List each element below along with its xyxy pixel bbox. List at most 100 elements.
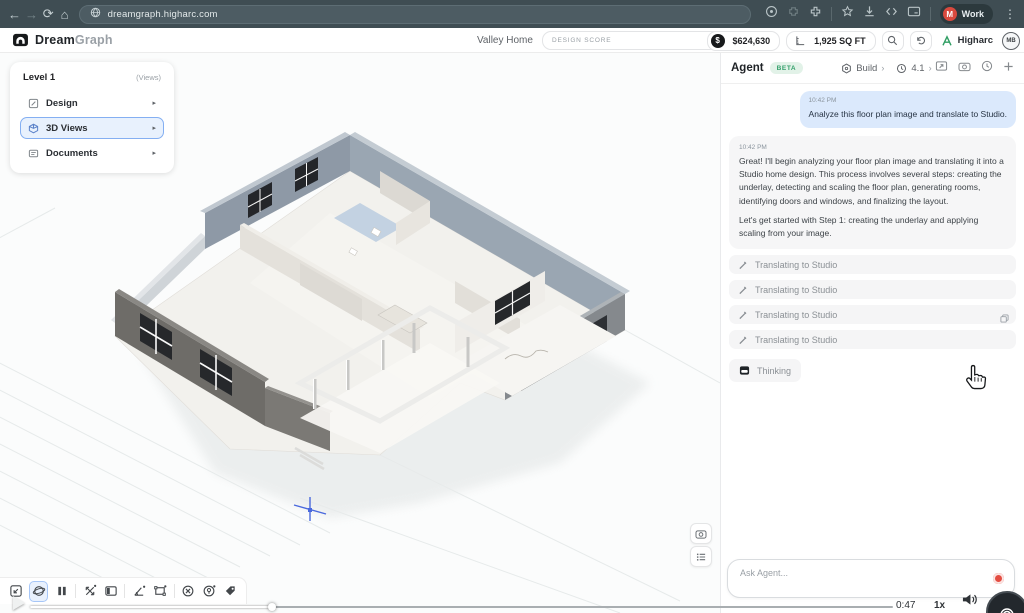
extension-dim-icon[interactable] — [787, 5, 800, 23]
project-name[interactable]: Valley Home — [477, 35, 533, 46]
brand[interactable]: DreamGraph — [0, 33, 113, 47]
browser-menu-icon[interactable]: ⋮ — [1004, 7, 1016, 21]
agent-message-bubble: 10:42 PM Great! I'll begin analyzing you… — [729, 136, 1016, 250]
user-message: 10:42 PM Analyze this floor plan image a… — [729, 91, 1016, 128]
price-pill[interactable]: $ $624,630 — [707, 31, 781, 51]
views-label: (Views) — [136, 73, 161, 82]
chevron-down-icon: › — [929, 63, 932, 73]
screen: ← → ⟳ ⌂ dreamgraph.higharc.com M Work ⋮ — [0, 0, 1024, 613]
new-chat-icon[interactable] — [1003, 59, 1014, 77]
app-header: DreamGraph Valley Home DESIGN SCORE 83 /… — [0, 28, 1024, 53]
history-clock-icon[interactable] — [981, 59, 993, 77]
bookmark-icon[interactable] — [841, 5, 854, 23]
mode-label: Build — [856, 63, 877, 74]
site-info-icon[interactable] — [90, 5, 101, 23]
tool-status-row[interactable]: Translating to Studio — [729, 280, 1016, 299]
user-message-text: Analyze this floor plan image and transl… — [809, 108, 1007, 121]
level-label: Level 1 — [23, 72, 55, 83]
agent-panel-header: Agent BETA Build › 4.1 › — [721, 53, 1024, 84]
profile-label: Work — [962, 9, 984, 19]
scrubber-handle[interactable] — [268, 603, 276, 611]
chevron-right-icon: ▸ — [152, 99, 156, 107]
layers-list-button[interactable] — [690, 546, 712, 567]
message-timestamp: 10:42 PM — [739, 144, 1006, 151]
tool-status-row[interactable]: Translating to Studio — [729, 305, 1016, 324]
dollar-icon: $ — [711, 34, 725, 48]
tool-status-row[interactable]: Translating to Studio — [729, 330, 1016, 349]
video-player-controls: 0:47 1x — [0, 591, 1024, 613]
app-title: DreamGraph — [35, 33, 113, 47]
agent-message-para1: Great! I'll begin analyzing your floor p… — [739, 155, 1006, 208]
area-pill[interactable]: 1,925 SQ FT — [786, 31, 876, 51]
levels-panel: Level 1 (Views) Design ▸ 3D Views ▸ — [10, 62, 174, 173]
record-icon[interactable] — [993, 573, 1004, 584]
tool-status-row[interactable]: Translating to Studio — [729, 255, 1016, 274]
ask-agent-input[interactable] — [740, 568, 970, 578]
profile-avatar: M — [943, 7, 957, 21]
model-label: 4.1 — [911, 63, 924, 74]
cube-icon — [28, 123, 39, 134]
user-avatar[interactable]: MB — [1002, 32, 1020, 50]
divider — [930, 7, 931, 21]
volume-icon[interactable] — [961, 592, 978, 612]
recording-bubble[interactable] — [986, 591, 1024, 613]
price-value: $624,630 — [733, 36, 771, 46]
url-text[interactable]: dreamgraph.higharc.com — [108, 9, 218, 20]
thinking-indicator: Thinking — [729, 359, 801, 382]
browser-actions: M Work ⋮ — [765, 4, 1016, 24]
sidebar-item-documents[interactable]: Documents ▸ — [20, 142, 164, 164]
tool-icon — [738, 335, 748, 345]
documents-icon — [28, 148, 39, 159]
devtools-icon[interactable] — [885, 5, 898, 23]
search-icon — [887, 35, 898, 46]
mode-selector[interactable]: Build › — [841, 63, 884, 74]
search-button[interactable] — [882, 31, 904, 51]
header-right: $ $624,630 1,925 SQ FT Higharc MB — [707, 28, 1020, 53]
viewport-3d[interactable]: Level 1 (Views) Design ▸ 3D Views ▸ — [0, 53, 720, 613]
chevron-right-icon: ▸ — [152, 149, 156, 157]
divider — [831, 7, 832, 21]
sidebar-item-3d-views[interactable]: 3D Views ▸ — [20, 117, 164, 139]
forward-icon[interactable]: → — [25, 3, 38, 25]
camera-icon — [695, 529, 707, 539]
agent-panel-actions — [935, 59, 1014, 77]
browser-toolbar: ← → ⟳ ⌂ dreamgraph.higharc.com M Work ⋮ — [0, 0, 1024, 28]
user-message-bubble: 10:42 PM Analyze this floor plan image a… — [800, 91, 1016, 128]
tool-icon — [738, 260, 748, 270]
chat-thread: 10:42 PM Analyze this floor plan image a… — [721, 84, 1024, 613]
message-timestamp: 10:42 PM — [809, 97, 1007, 104]
beta-badge: BETA — [770, 62, 804, 74]
camera-view-button[interactable] — [690, 523, 712, 544]
history-button[interactable] — [910, 31, 932, 51]
address-bar[interactable]: dreamgraph.higharc.com — [79, 5, 751, 24]
dreamgraph-logo-icon — [13, 33, 28, 47]
tool-icon — [738, 310, 748, 320]
back-icon[interactable]: ← — [8, 3, 21, 25]
playback-speed[interactable]: 1x — [934, 600, 945, 611]
home-icon[interactable]: ⌂ — [58, 3, 70, 25]
popout-panel-icon[interactable] — [935, 59, 948, 77]
extensions-icon[interactable] — [809, 5, 822, 23]
copy-icon[interactable] — [1000, 310, 1009, 328]
agent-message-para2: Let's get started with Step 1: creating … — [739, 214, 1006, 241]
workspace: Level 1 (Views) Design ▸ 3D Views ▸ — [0, 53, 1024, 613]
org-switcher[interactable]: Higharc — [938, 35, 996, 47]
download-icon[interactable] — [863, 5, 876, 23]
recorder-glyph-icon — [997, 606, 1017, 613]
video-scrubber[interactable] — [30, 606, 893, 609]
thinking-icon — [739, 365, 750, 376]
agent-title: Agent — [731, 62, 764, 74]
sidebar-item-design[interactable]: Design ▸ — [20, 92, 164, 114]
screenshot-icon[interactable] — [958, 59, 971, 77]
tab-capture-icon[interactable] — [907, 5, 921, 23]
password-manager-icon[interactable] — [765, 5, 778, 23]
agent-panel: Agent BETA Build › 4.1 › — [720, 53, 1024, 613]
design-icon — [28, 98, 39, 109]
ruler-icon — [795, 35, 806, 46]
viewport-controls — [690, 523, 712, 567]
browser-profile-chip[interactable]: M Work — [940, 4, 993, 24]
reload-icon[interactable]: ⟳ — [42, 3, 54, 25]
tool-icon — [738, 285, 748, 295]
play-button[interactable] — [13, 596, 25, 610]
model-selector[interactable]: 4.1 › — [896, 63, 931, 74]
